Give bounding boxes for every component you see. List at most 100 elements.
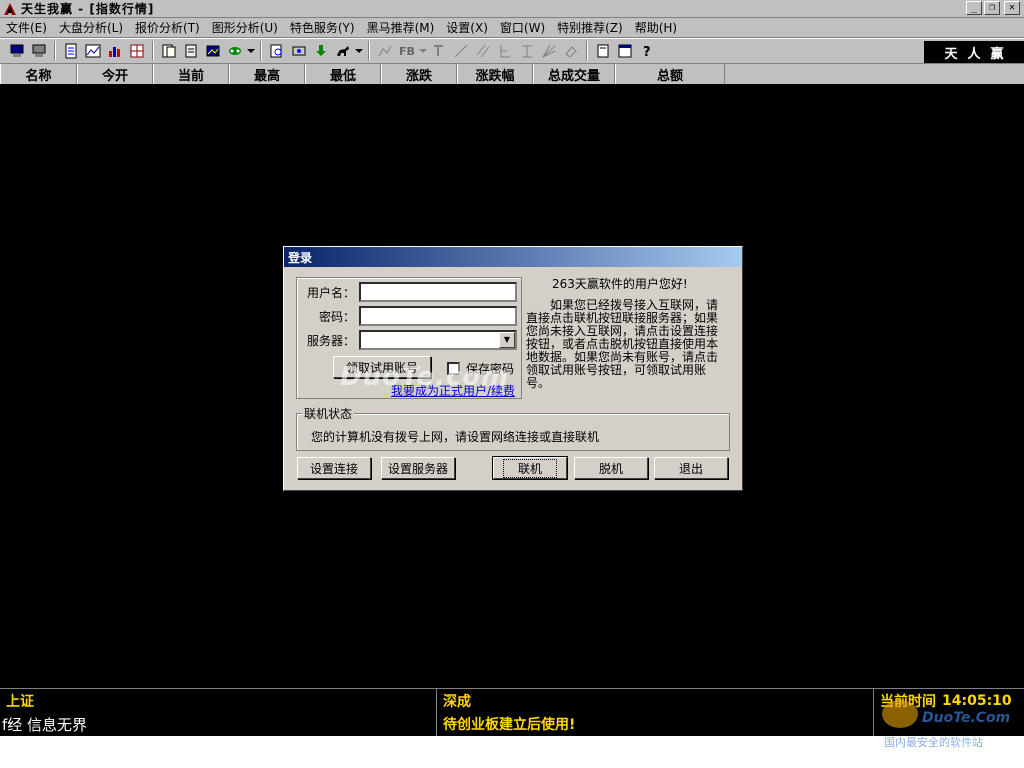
toolbar-separator bbox=[152, 41, 154, 61]
upgrade-account-link[interactable]: 我要成为正式用户/续费 bbox=[391, 382, 515, 399]
horse-icon[interactable] bbox=[332, 40, 354, 62]
toolbar-separator bbox=[368, 41, 370, 61]
window-controls: _ ❐ ✕ bbox=[966, 1, 1020, 15]
column-current[interactable]: 当前 bbox=[153, 64, 229, 84]
menu-quote-analysis[interactable]: 报价分析(T) bbox=[129, 19, 206, 36]
column-change-pct[interactable]: 涨跌幅 bbox=[457, 64, 533, 84]
restore-button[interactable]: ❐ bbox=[984, 1, 1000, 15]
connect-button[interactable]: 联机 bbox=[492, 456, 568, 480]
login-dialog: 登录 用户名： 密码： 服务器： ▼ 领取试用账号 保存密码 我要成为正式用户/… bbox=[283, 246, 743, 491]
mask-icon[interactable] bbox=[224, 40, 246, 62]
save-password-checkbox[interactable] bbox=[447, 362, 460, 375]
connection-status-title: 联机状态 bbox=[302, 405, 355, 422]
description-text: 如果您已经拨号接入互联网，请直接点击联机按钮联接服务器；如果您尚未接入互联网，请… bbox=[526, 298, 719, 390]
close-button[interactable]: ✕ bbox=[1004, 1, 1020, 15]
setup-connection-button[interactable]: 设置连接 bbox=[297, 457, 371, 479]
column-low[interactable]: 最低 bbox=[305, 64, 381, 84]
title-bar: 天生我赢 - [指数行情] _ ❐ ✕ bbox=[0, 0, 1024, 18]
news-status-bar: f经 信息无界 待创业板建立后使用! bbox=[0, 712, 1024, 736]
greeting-text: 263天赢软件的用户您好! bbox=[552, 277, 688, 291]
menu-special-recommend[interactable]: 特别推荐(Z) bbox=[551, 19, 629, 36]
tool-icon[interactable] bbox=[288, 40, 310, 62]
toolbar: FB ? 天 人 赢 bbox=[0, 38, 1024, 64]
username-label: 用户名： bbox=[306, 285, 355, 300]
column-amount[interactable]: 总额 bbox=[615, 64, 725, 84]
brand-logo-char: 赢 bbox=[990, 46, 1004, 62]
connection-status-message: 您的计算机没有拨号上网，请设置网络连接或直接联机 bbox=[311, 430, 600, 444]
dropdown-arrow-icon[interactable] bbox=[418, 40, 428, 62]
computer-offline-icon[interactable] bbox=[28, 40, 50, 62]
time-label: 当前时间 bbox=[880, 693, 936, 710]
server-row: 服务器： ▼ bbox=[297, 330, 517, 350]
connection-status-group: 您的计算机没有拨号上网，请设置网络连接或直接联机 bbox=[296, 413, 730, 451]
search-doc-icon[interactable] bbox=[266, 40, 288, 62]
dropdown-arrow-icon[interactable] bbox=[354, 40, 364, 62]
setup-server-button[interactable]: 设置服务器 bbox=[381, 457, 455, 479]
parallel-lines-icon[interactable] bbox=[472, 40, 494, 62]
svg-text:?: ? bbox=[643, 45, 651, 59]
menu-bar: 文件(E) 大盘分析(L) 报价分析(T) 图形分析(U) 特色服务(Y) 黑马… bbox=[0, 18, 1024, 38]
shanghai-index-label: 上证 bbox=[0, 689, 437, 712]
single-line-icon[interactable] bbox=[450, 40, 472, 62]
menu-market-analysis[interactable]: 大盘分析(L) bbox=[53, 19, 129, 36]
fb-label[interactable]: FB bbox=[396, 45, 418, 58]
username-row: 用户名： bbox=[297, 282, 517, 302]
server-select[interactable]: ▼ bbox=[359, 330, 517, 350]
username-input[interactable] bbox=[359, 282, 517, 302]
text-tool-icon[interactable] bbox=[428, 40, 450, 62]
get-trial-account-button[interactable]: 领取试用账号 bbox=[333, 356, 431, 378]
help-icon[interactable]: ? bbox=[636, 40, 658, 62]
computer-icon[interactable] bbox=[6, 40, 28, 62]
password-label: 密码： bbox=[318, 309, 355, 324]
toolbar-separator bbox=[260, 41, 262, 61]
offline-button[interactable]: 脱机 bbox=[574, 457, 648, 479]
grid-icon[interactable] bbox=[126, 40, 148, 62]
column-open[interactable]: 今开 bbox=[77, 64, 153, 84]
download-icon[interactable] bbox=[310, 40, 332, 62]
dropdown-arrow-icon[interactable] bbox=[246, 40, 256, 62]
column-volume[interactable]: 总成交量 bbox=[533, 64, 615, 84]
toolbar-separator bbox=[54, 41, 56, 61]
column-high[interactable]: 最高 bbox=[229, 64, 305, 84]
minimize-button[interactable]: _ bbox=[966, 1, 982, 15]
save-password-label: 保存密码 bbox=[466, 362, 515, 376]
eraser-icon[interactable] bbox=[560, 40, 582, 62]
t-line-icon[interactable] bbox=[516, 40, 538, 62]
image-icon[interactable] bbox=[202, 40, 224, 62]
bottom-blank-strip bbox=[0, 736, 1024, 768]
draw-line-icon[interactable] bbox=[374, 40, 396, 62]
shenzhen-index-label: 深成 bbox=[437, 689, 874, 712]
menu-dark-horse[interactable]: 黑马推荐(M) bbox=[361, 19, 441, 36]
window-title: 天生我赢 - [指数行情] bbox=[21, 2, 155, 16]
login-fields-group: 用户名： 密码： 服务器： ▼ 领取试用账号 保存密码 我要成为正式用户/续费 bbox=[296, 277, 522, 399]
chevron-down-icon[interactable]: ▼ bbox=[499, 332, 515, 348]
brand-logo: 天 人 赢 bbox=[924, 41, 1024, 63]
time-value: 14:05:10 bbox=[942, 692, 1012, 709]
app-logo-icon bbox=[4, 2, 16, 15]
line-chart-icon[interactable] bbox=[82, 40, 104, 62]
page-icon[interactable] bbox=[592, 40, 614, 62]
fan-line-icon[interactable] bbox=[538, 40, 560, 62]
save-password-option[interactable]: 保存密码 bbox=[447, 360, 514, 377]
exit-button[interactable]: 退出 bbox=[654, 457, 728, 479]
notes-icon[interactable] bbox=[180, 40, 202, 62]
menu-window[interactable]: 窗口(W) bbox=[494, 19, 551, 36]
document-icon[interactable] bbox=[158, 40, 180, 62]
menu-help[interactable]: 帮助(H) bbox=[629, 19, 683, 36]
index-status-bar: 上证 深成 当前时间 14:05:10 bbox=[0, 688, 1024, 712]
bar-chart-icon[interactable] bbox=[104, 40, 126, 62]
window-icon[interactable] bbox=[614, 40, 636, 62]
report-icon[interactable] bbox=[60, 40, 82, 62]
dialog-title: 登录 bbox=[284, 247, 742, 267]
menu-file[interactable]: 文件(E) bbox=[0, 19, 53, 36]
brand-logo-char: 人 bbox=[967, 46, 981, 62]
bracket-line-icon[interactable] bbox=[494, 40, 516, 62]
menu-settings[interactable]: 设置(X) bbox=[440, 19, 494, 36]
column-change[interactable]: 涨跌 bbox=[381, 64, 457, 84]
column-name[interactable]: 名称 bbox=[0, 64, 77, 84]
quote-column-header: 名称 今开 当前 最高 最低 涨跌 涨跌幅 总成交量 总额 bbox=[0, 64, 1024, 84]
menu-special-service[interactable]: 特色服务(Y) bbox=[284, 19, 361, 36]
password-input[interactable] bbox=[359, 306, 517, 326]
menu-chart-analysis[interactable]: 图形分析(U) bbox=[206, 19, 284, 36]
status-empty-cell bbox=[874, 712, 1024, 736]
